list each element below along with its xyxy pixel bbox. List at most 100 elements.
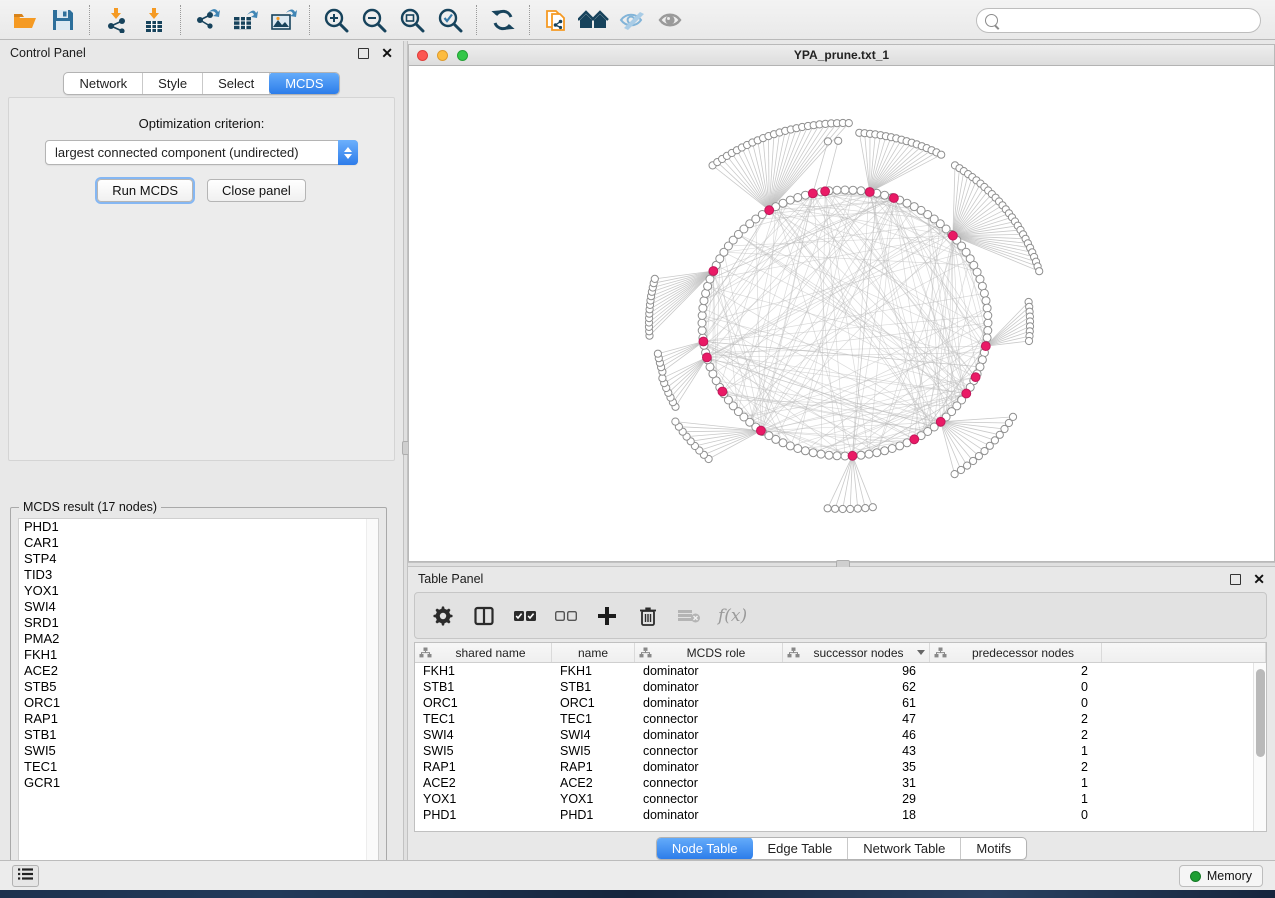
mcds-result-item[interactable]: SRD1 (19, 615, 378, 631)
table-row[interactable]: ORC1ORC1dominator610 (415, 695, 1253, 711)
table-row[interactable]: ACE2ACE2connector311 (415, 775, 1253, 791)
graph-node[interactable] (672, 418, 679, 425)
graph-node[interactable] (698, 319, 706, 327)
dominator-node[interactable] (848, 451, 857, 460)
graph-node[interactable] (833, 186, 841, 194)
graph-node[interactable] (849, 186, 857, 194)
graph-node[interactable] (869, 504, 876, 511)
dominator-node[interactable] (709, 267, 718, 276)
graph-node[interactable] (801, 447, 809, 455)
graph-node[interactable] (817, 450, 825, 458)
import-network-button[interactable] (97, 4, 135, 36)
mcds-result-item[interactable]: FKH1 (19, 647, 378, 663)
graph-node[interactable] (847, 505, 854, 512)
zoom-in-button[interactable] (317, 4, 355, 36)
mcds-result-item[interactable]: YOX1 (19, 583, 378, 599)
tab-edge-table[interactable]: Edge Table (752, 838, 848, 859)
graph-node[interactable] (984, 312, 992, 320)
graph-node[interactable] (845, 120, 852, 127)
close-panel-icon[interactable]: ✕ (1253, 574, 1265, 585)
task-history-button[interactable] (12, 865, 39, 887)
window-close-icon[interactable] (417, 50, 428, 61)
dominator-node[interactable] (865, 188, 874, 197)
open-file-button[interactable] (6, 4, 44, 36)
graph-node[interactable] (984, 327, 992, 335)
table-row[interactable]: STB1STB1dominator620 (415, 679, 1253, 695)
graph-node[interactable] (938, 151, 945, 158)
save-session-button[interactable] (44, 4, 82, 36)
export-network-button[interactable] (188, 4, 226, 36)
table-row[interactable]: SWI4SWI4dominator462 (415, 727, 1253, 743)
column-header-MCDS-role[interactable]: MCDS role (635, 643, 783, 662)
apply-layout-button[interactable] (484, 4, 522, 36)
zoom-out-button[interactable] (355, 4, 393, 36)
dominator-node[interactable] (910, 435, 919, 444)
graph-node[interactable] (957, 466, 964, 473)
close-panel-icon[interactable]: ✕ (381, 48, 393, 59)
graph-node[interactable] (832, 505, 839, 512)
mcds-result-item[interactable]: STP4 (19, 551, 378, 567)
mcds-result-item[interactable]: RAP1 (19, 711, 378, 727)
copy-network-button[interactable] (537, 4, 575, 36)
graph-node[interactable] (839, 505, 846, 512)
graph-node[interactable] (794, 194, 802, 202)
hide-selected-button[interactable] (613, 4, 651, 36)
table-scrollbar[interactable] (1253, 663, 1266, 831)
tab-style[interactable]: Style (143, 73, 203, 94)
float-panel-icon[interactable] (358, 48, 369, 59)
mcds-result-item[interactable]: SWI5 (19, 743, 378, 759)
run-mcds-button[interactable]: Run MCDS (97, 179, 193, 202)
table-row[interactable]: RAP1RAP1dominator352 (415, 759, 1253, 775)
graph-node[interactable] (779, 199, 787, 207)
graph-node[interactable] (651, 275, 658, 282)
dominator-node[interactable] (821, 187, 830, 196)
zoom-selected-button[interactable] (431, 4, 469, 36)
export-table-button[interactable] (226, 4, 264, 36)
mcds-result-item[interactable]: TID3 (19, 567, 378, 583)
select-all-button[interactable] (513, 604, 537, 628)
network-titlebar[interactable]: YPA_prune.txt_1 (409, 45, 1274, 66)
table-row[interactable]: FKH1FKH1dominator962 (415, 663, 1253, 679)
mcds-result-item[interactable]: SWI4 (19, 599, 378, 615)
mcds-result-item[interactable]: PMA2 (19, 631, 378, 647)
zoom-fit-button[interactable] (393, 4, 431, 36)
graph-node[interactable] (980, 289, 988, 297)
window-minimize-icon[interactable] (437, 50, 448, 61)
graph-node[interactable] (881, 191, 889, 199)
dominator-node[interactable] (703, 353, 712, 362)
table-settings-button[interactable] (431, 604, 455, 628)
table-row[interactable]: SWI5SWI5connector431 (415, 743, 1253, 759)
search-input[interactable] (1003, 14, 1252, 28)
dominator-node[interactable] (890, 194, 899, 203)
graph-node[interactable] (698, 312, 706, 320)
graph-node[interactable] (698, 327, 706, 335)
tab-motifs[interactable]: Motifs (961, 838, 1026, 859)
graph-node[interactable] (862, 505, 869, 512)
graph-node[interactable] (654, 350, 661, 357)
mcds-result-item[interactable]: PHD1 (19, 519, 378, 535)
mcds-result-item[interactable]: CAR1 (19, 535, 378, 551)
dominator-node[interactable] (808, 189, 817, 198)
dominator-node[interactable] (962, 389, 971, 398)
table-row[interactable]: PHD1PHD1dominator180 (415, 807, 1253, 823)
window-zoom-icon[interactable] (457, 50, 468, 61)
dominator-node[interactable] (971, 373, 980, 382)
tab-select[interactable]: Select (203, 73, 270, 94)
dominator-node[interactable] (949, 231, 958, 240)
graph-node[interactable] (1036, 268, 1043, 275)
graph-node[interactable] (857, 187, 865, 195)
graph-node[interactable] (835, 137, 842, 144)
tab-network[interactable]: Network (64, 73, 143, 94)
criterion-dropdown[interactable]: largest connected component (undirected) (45, 140, 358, 165)
first-neighbors-button[interactable] (575, 4, 613, 36)
tab-network-table[interactable]: Network Table (848, 838, 961, 859)
export-image-button[interactable] (264, 4, 302, 36)
dominator-node[interactable] (718, 387, 727, 396)
mcds-result-item[interactable]: STB5 (19, 679, 378, 695)
mcds-result-item[interactable]: GCR1 (19, 775, 378, 791)
graph-node[interactable] (833, 452, 841, 460)
import-table-button[interactable] (135, 4, 173, 36)
table-row[interactable]: TEC1TEC1connector472 (415, 711, 1253, 727)
deselect-all-button[interactable] (554, 604, 578, 628)
column-header-predecessor-nodes[interactable]: predecessor nodes (930, 643, 1102, 662)
